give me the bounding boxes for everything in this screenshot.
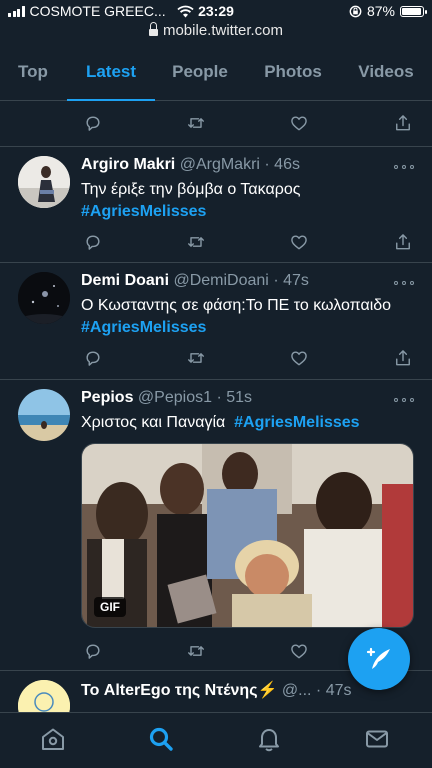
avatar[interactable]	[18, 272, 70, 324]
timestamp[interactable]: · 51s	[216, 389, 252, 406]
share-button[interactable]	[390, 229, 416, 255]
username[interactable]: @ArgMakri	[180, 156, 260, 173]
like-button[interactable]	[286, 110, 312, 136]
tweet-actions	[80, 110, 414, 136]
notifications-icon	[259, 729, 279, 752]
tab-latest[interactable]: Latest	[67, 46, 155, 101]
reply-button[interactable]	[80, 638, 106, 664]
tweet-actions	[80, 345, 414, 371]
like-button[interactable]	[286, 345, 312, 371]
tweet[interactable]: Argiro Makri @ArgMakri · 46s Την έριξε τ…	[0, 147, 432, 263]
tab-photos[interactable]: Photos	[255, 46, 331, 101]
gif-preview-image	[82, 444, 413, 627]
reply-button[interactable]	[80, 229, 106, 255]
tweet-text: Την έριξε την βόμβα ο Τακαρος #AgriesMel…	[81, 179, 411, 223]
share-button[interactable]	[390, 110, 416, 136]
tweet-text: Ο Κωσταντης σε φάση:Το ΠΕ το κωλοπαιδο #…	[81, 295, 411, 339]
tweet-body: Την έριξε την βόμβα ο Τακαρος	[81, 181, 301, 198]
battery-icon	[400, 5, 427, 17]
tab-videos[interactable]: Videos	[346, 46, 426, 101]
timestamp[interactable]: · 47s	[316, 682, 352, 699]
tweet-actions	[80, 229, 414, 255]
tweet[interactable]: Demi Doani @DemiDoani · 47s Ο Κωσταντης …	[0, 263, 432, 380]
share-button[interactable]	[390, 345, 416, 371]
reply-button[interactable]	[80, 345, 106, 371]
tweet-previous	[0, 101, 432, 147]
reply-icon	[86, 235, 100, 250]
nav-home[interactable]	[39, 725, 69, 755]
home-icon	[42, 728, 64, 750]
like-icon	[291, 235, 307, 250]
avatar[interactable]	[18, 156, 70, 208]
bottom-navigation	[0, 712, 432, 768]
tweet-gif[interactable]: GIF	[81, 443, 414, 628]
tweet-body: Ο Κωσταντης σε φάση:Το ΠΕ το κωλοπαιδο	[81, 297, 392, 314]
search-icon	[149, 727, 173, 751]
tab-people[interactable]: People	[160, 46, 240, 101]
retweet-icon	[188, 353, 204, 363]
nav-notifications[interactable]	[255, 725, 285, 755]
status-bar: COSMOTE GREEC... 23:29 87%	[0, 0, 432, 22]
retweet-button[interactable]	[183, 638, 209, 664]
avatar[interactable]	[18, 680, 70, 712]
username[interactable]: @Pepios1	[138, 389, 212, 406]
reply-button[interactable]	[80, 110, 106, 136]
hashtag-link[interactable]: #AgriesMelisses	[81, 317, 411, 339]
avatar[interactable]	[18, 389, 70, 441]
retweet-icon	[188, 118, 204, 128]
tab-top[interactable]: Top	[0, 46, 66, 101]
username[interactable]: @DemiDoani	[173, 272, 268, 289]
hashtag-link[interactable]: #AgriesMelisses	[81, 201, 411, 223]
reply-icon	[86, 644, 100, 659]
share-icon	[396, 115, 410, 131]
tweet-header: Το AlterEgo της Ντένης⚡ @... · 47s	[81, 680, 381, 700]
tweet-header: Argiro Makri @ArgMakri · 46s	[81, 156, 300, 174]
timestamp[interactable]: · 46s	[264, 156, 300, 173]
battery-percent: 87%	[366, 3, 395, 19]
retweet-icon	[188, 237, 204, 247]
display-name[interactable]: Το AlterEgo της Ντένης⚡	[81, 682, 277, 699]
like-icon	[291, 644, 307, 659]
username[interactable]: @...	[282, 682, 312, 699]
timeline[interactable]: Argiro Makri @ArgMakri · 46s Την έριξε τ…	[0, 101, 432, 712]
nav-messages[interactable]	[363, 725, 393, 755]
like-icon	[291, 351, 307, 366]
gif-badge: GIF	[94, 597, 126, 617]
display-name[interactable]: Argiro Makri	[81, 156, 175, 173]
more-options-icon[interactable]	[394, 396, 414, 404]
retweet-button[interactable]	[183, 110, 209, 136]
more-options-icon[interactable]	[394, 163, 414, 171]
tweet-header: Demi Doani @DemiDoani · 47s	[81, 272, 309, 290]
display-name[interactable]: Demi Doani	[81, 272, 169, 289]
more-options-icon[interactable]	[394, 279, 414, 287]
hashtag-link[interactable]: #AgriesMelisses	[234, 414, 359, 431]
lock-icon	[148, 22, 158, 36]
retweet-button[interactable]	[183, 229, 209, 255]
like-icon	[291, 116, 307, 131]
reply-icon	[86, 351, 100, 366]
compose-tweet-button[interactable]	[348, 628, 410, 690]
compose-tweet-icon	[366, 647, 390, 669]
timestamp[interactable]: · 47s	[273, 272, 309, 289]
messages-icon	[366, 730, 388, 748]
address-bar[interactable]: mobile.twitter.com	[0, 20, 432, 44]
nav-search[interactable]	[147, 725, 177, 755]
search-tabs: Top Latest People Photos Videos	[0, 46, 432, 101]
share-icon	[396, 350, 410, 366]
url-text: mobile.twitter.com	[162, 22, 284, 39]
orientation-lock-icon	[349, 5, 362, 17]
share-icon	[396, 234, 410, 250]
display-name[interactable]: Pepios	[81, 389, 133, 406]
like-button[interactable]	[286, 229, 312, 255]
tweet-text: Χριστος και Παναγία #AgriesMelisses	[81, 412, 411, 434]
retweet-button[interactable]	[183, 345, 209, 371]
like-button[interactable]	[286, 638, 312, 664]
retweet-icon	[188, 646, 204, 656]
tweet-header: Pepios @Pepios1 · 51s	[81, 389, 252, 407]
tweet-body: Χριστος και Παναγία	[81, 414, 226, 431]
reply-icon	[86, 116, 100, 131]
tweet[interactable]: Pepios @Pepios1 · 51s Χριστος και Παναγί…	[0, 380, 432, 671]
